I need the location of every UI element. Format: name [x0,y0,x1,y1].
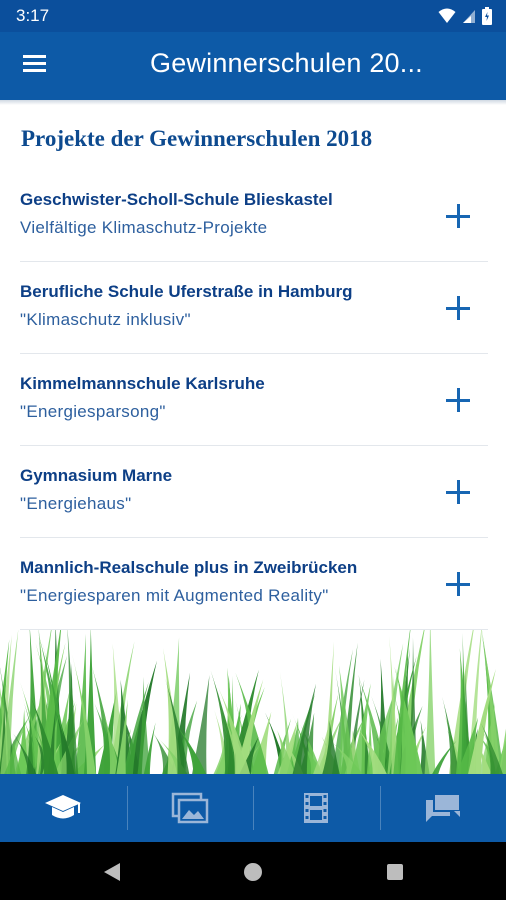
expand-plus-icon[interactable] [446,204,470,228]
project-title: "Energiesparen mit Augmented Reality" [20,586,329,605]
status-time: 3:17 [16,6,50,25]
expand-plus-icon[interactable] [446,296,470,320]
list-item[interactable]: Mannlich-Realschule plus in Zweibrücken … [20,538,488,630]
system-nav-bar [0,842,506,900]
list-item[interactable]: Kimmelmannschule Karlsruhe "Energiespars… [20,354,488,446]
school-list: Geschwister-Scholl-Schule Blieskastel Vi… [20,170,488,630]
battery-icon [482,7,492,25]
menu-button[interactable] [22,52,52,80]
school-name: Geschwister-Scholl-Schule Blieskastel [20,190,333,209]
tab-schools[interactable] [0,774,127,842]
chat-bubbles-icon [425,793,461,822]
home-icon[interactable] [241,860,265,884]
film-icon [304,793,329,823]
list-item[interactable]: Gymnasium Marne "Energiehaus" [20,446,488,538]
photo-gallery-icon [171,792,208,824]
section-title: Projekte der Gewinnerschulen 2018 [21,126,373,151]
expand-plus-icon[interactable] [446,572,470,596]
school-name: Gymnasium Marne [20,466,173,485]
app-bar-shadow [0,100,506,105]
project-title: "Energiesparsong" [20,402,166,421]
expand-plus-icon[interactable] [446,388,470,412]
school-name: Mannlich-Realschule plus in Zweibrücken [20,558,358,577]
project-title: Vielfältige Klimaschutz-Projekte [20,218,268,237]
grass-decoration [0,630,506,775]
hamburger-menu-icon [23,55,46,72]
wifi-icon [438,8,456,23]
tab-videos[interactable] [253,774,380,842]
project-title: "Klimaschutz inklusiv" [20,310,191,329]
list-item[interactable]: Berufliche Schule Uferstraße in Hamburg … [20,262,488,354]
status-icons [438,7,492,25]
back-icon[interactable] [100,860,124,884]
tab-chat[interactable] [379,774,506,842]
app-bar: Gewinnerschulen 20... [0,32,506,100]
school-name: Kimmelmannschule Karlsruhe [20,374,265,393]
bottom-nav [0,774,506,842]
recents-icon[interactable] [383,860,407,884]
graduation-cap-icon [45,795,82,819]
app-title: Gewinnerschulen 20... [150,48,423,78]
list-item[interactable]: Geschwister-Scholl-Schule Blieskastel Vi… [20,170,488,262]
tab-gallery[interactable] [126,774,254,842]
project-title: "Energiehaus" [20,494,132,513]
status-bar: 3:17 [0,0,506,32]
signal-icon [463,10,475,23]
expand-plus-icon[interactable] [446,480,470,504]
school-name: Berufliche Schule Uferstraße in Hamburg [20,282,353,301]
